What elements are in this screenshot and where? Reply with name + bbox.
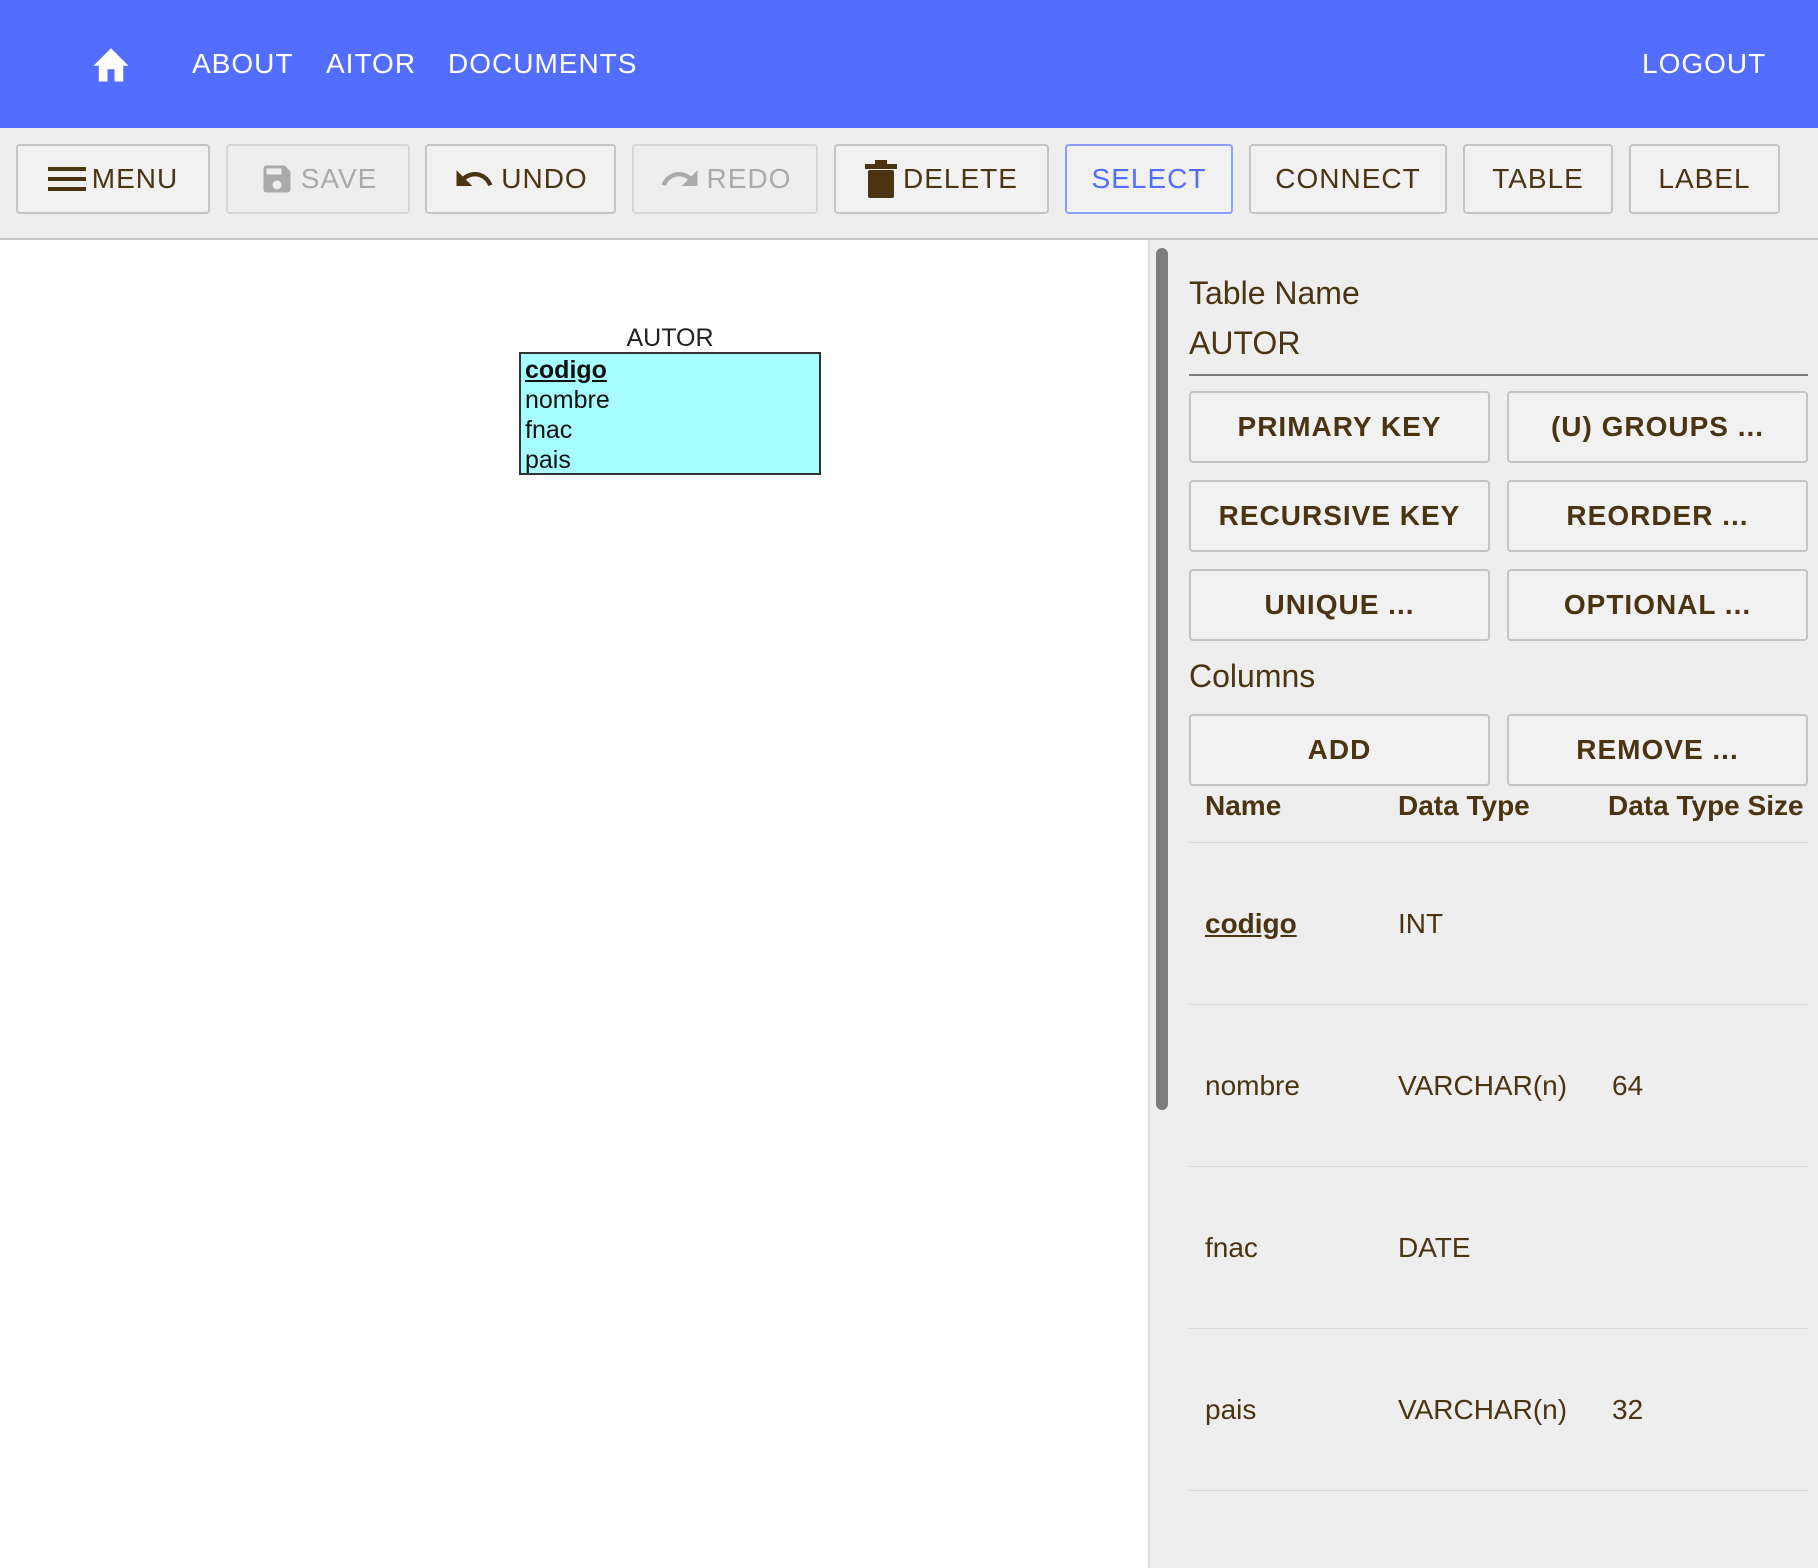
cell-data-type-size: 64: [1612, 1070, 1644, 1101]
home-icon: [93, 48, 129, 82]
undo-button[interactable]: UNDO: [425, 144, 616, 214]
entity-attribute: codigo: [525, 356, 607, 384]
connect-tool-button[interactable]: CONNECT: [1249, 144, 1447, 214]
table-row[interactable]: codigo INT: [1189, 843, 1808, 1005]
panel-scrollbar[interactable]: [1156, 248, 1168, 1110]
table-row[interactable]: pais VARCHAR(n) 32: [1189, 1329, 1808, 1491]
entity-attribute: nombre: [525, 386, 610, 414]
save-icon: [263, 165, 291, 193]
cell-data-type: INT: [1398, 908, 1444, 939]
entity-attribute: fnac: [525, 416, 573, 444]
header-name[interactable]: Name: [1205, 770, 1281, 842]
menu-button-label: MENU: [91, 163, 179, 194]
header-data-type[interactable]: Data Type: [1398, 770, 1530, 842]
select-tool-button[interactable]: SELECT: [1065, 144, 1233, 214]
cell-data-type: DATE: [1398, 1232, 1471, 1263]
cell-data-type-size: 32: [1612, 1394, 1644, 1425]
connect-tool-label: CONNECT: [1275, 163, 1421, 194]
redo-button-label: REDO: [706, 163, 792, 194]
unique-button[interactable]: UNIQUE ...: [1189, 569, 1490, 641]
table-name-label: Table Name: [1189, 275, 1360, 311]
logout-link[interactable]: LOGOUT: [1642, 0, 1766, 128]
redo-button[interactable]: REDO: [632, 144, 818, 214]
trash-icon: [865, 160, 898, 198]
table-tool-button[interactable]: TABLE: [1463, 144, 1613, 214]
entity-title[interactable]: AUTOR: [520, 324, 820, 353]
undo-icon: [456, 170, 493, 186]
label-tool-label: LABEL: [1658, 163, 1751, 194]
undo-button-label: UNDO: [501, 163, 588, 194]
diagram-canvas[interactable]: AUTOR codigo nombre fnac pais: [0, 240, 1150, 1568]
cell-name: nombre: [1205, 1070, 1300, 1101]
home-button[interactable]: [90, 44, 132, 84]
optional-button[interactable]: OPTIONAL ...: [1507, 569, 1808, 641]
entity-attribute: pais: [525, 446, 571, 474]
nav-user-link[interactable]: AITOR: [326, 0, 416, 128]
columns-label: Columns: [1189, 658, 1316, 694]
label-tool-button[interactable]: LABEL: [1629, 144, 1780, 214]
reorder-button[interactable]: REORDER ...: [1507, 480, 1808, 552]
table-tool-label: TABLE: [1492, 163, 1584, 194]
entity-table-autor[interactable]: codigo nombre fnac pais: [519, 352, 821, 475]
menu-icon: [47, 167, 86, 191]
table-row[interactable]: fnac DATE: [1189, 1167, 1808, 1329]
delete-button-label: DELETE: [903, 163, 1018, 194]
table-row[interactable]: nombre VARCHAR(n) 64: [1189, 1005, 1808, 1167]
primary-key-button[interactable]: PRIMARY KEY: [1189, 391, 1490, 463]
menu-button[interactable]: MENU: [16, 144, 210, 214]
redo-icon: [661, 170, 698, 186]
select-tool-label: SELECT: [1091, 163, 1207, 194]
nav-documents-link[interactable]: DOCUMENTS: [448, 0, 637, 128]
app-bar: ABOUT AITOR DOCUMENTS LOGOUT: [0, 0, 1818, 128]
save-button[interactable]: SAVE: [226, 144, 410, 214]
cell-name: fnac: [1205, 1232, 1258, 1263]
recursive-key-button[interactable]: RECURSIVE KEY: [1189, 480, 1490, 552]
cell-data-type: VARCHAR(n): [1398, 1394, 1568, 1425]
cell-name: pais: [1205, 1394, 1257, 1425]
save-button-label: SAVE: [300, 163, 378, 194]
toolbar: MENU SAVE UNDO REDO DELETE SELECT CONNEC…: [0, 128, 1818, 240]
delete-button[interactable]: DELETE: [834, 144, 1049, 214]
cell-data-type: VARCHAR(n): [1398, 1070, 1568, 1101]
table-name-input[interactable]: AUTOR: [1189, 320, 1808, 376]
properties-panel: Table Name AUTOR PRIMARY KEY (U) GROUPS …: [1150, 240, 1818, 1568]
header-data-type-size[interactable]: Data Type Size: [1608, 770, 1804, 842]
unique-groups-button[interactable]: (U) GROUPS ...: [1507, 391, 1808, 463]
columns-grid-header: Name Data Type Data Type Size: [1189, 770, 1808, 843]
nav-about-link[interactable]: ABOUT: [192, 0, 293, 128]
cell-name: codigo: [1205, 908, 1297, 939]
